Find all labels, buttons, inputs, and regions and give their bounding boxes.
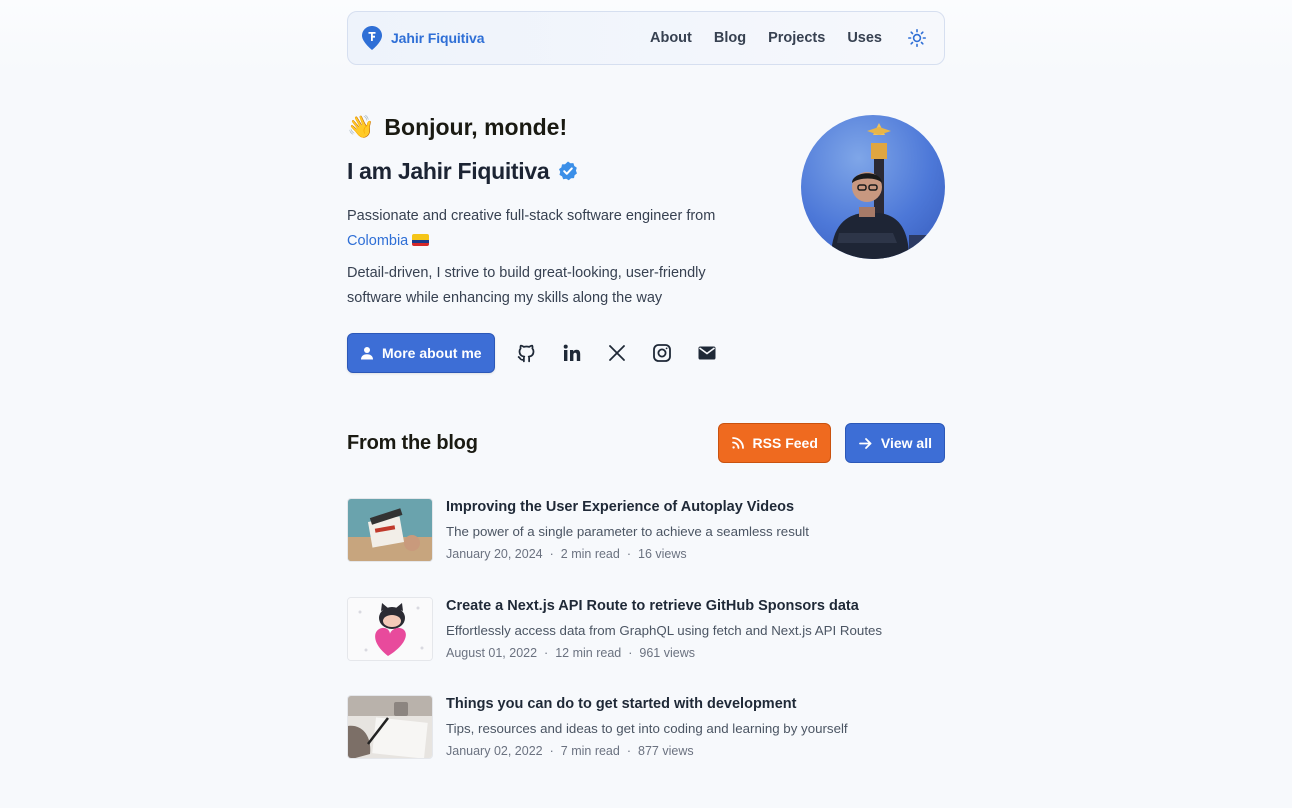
x-link[interactable] (605, 341, 629, 365)
bio-prefix: Passionate and creative full-stack softw… (347, 208, 716, 224)
post-date: January 20, 2024 (446, 547, 543, 561)
linkedin-icon (563, 344, 580, 361)
rss-feed-button[interactable]: RSS Feed (717, 423, 831, 463)
user-icon (361, 347, 373, 360)
email-icon (698, 346, 716, 360)
nav-uses[interactable]: Uses (847, 30, 882, 46)
blog-post-item[interactable]: Things you can do to get started with de… (347, 691, 945, 790)
meta-separator: · (549, 547, 554, 561)
post-date: August 01, 2022 (446, 645, 538, 660)
wave-emoji: 👋 (347, 114, 375, 139)
github-icon (517, 344, 535, 362)
writing-desk-image (348, 696, 432, 758)
social-links (515, 341, 719, 365)
x-icon (608, 345, 625, 361)
octocat-heart-image (348, 597, 432, 660)
post-views: 16 views (638, 547, 687, 561)
linkedin-link[interactable] (560, 341, 584, 365)
post-read-time: 12 min read (555, 645, 622, 660)
blog-section-title: From the blog (347, 431, 478, 454)
post-description: Tips, resources and ideas to get into co… (446, 721, 848, 736)
post-read-time: 2 min read (560, 547, 620, 561)
site-logo-link[interactable]: Jahir Fiquitiva (362, 26, 485, 50)
post-thumbnail (347, 596, 433, 661)
nav-about[interactable]: About (650, 30, 692, 46)
post-views: 961 views (639, 645, 695, 660)
post-meta: August 01, 2022 · 12 min read · 961 view… (446, 645, 882, 662)
post-thumbnail (347, 498, 433, 562)
post-date: January 02, 2022 (446, 744, 543, 758)
meta-separator: · (549, 744, 554, 758)
avatar-photo-image (801, 123, 945, 259)
view-all-button[interactable]: View all (844, 423, 945, 463)
meta-separator: · (626, 547, 632, 561)
blog-header-buttons: RSS Feed View all (717, 423, 945, 463)
rss-feed-label: RSS Feed (752, 435, 818, 451)
nav-links: About Blog Projects Uses (650, 30, 882, 46)
more-about-me-label: More about me (382, 345, 482, 361)
rss-icon (731, 437, 744, 449)
colombia-link[interactable]: Colombia (347, 233, 408, 249)
view-all-label: View all (880, 435, 932, 451)
post-title[interactable]: Things you can do to get started with de… (446, 695, 848, 713)
colombia-flag-icon (412, 234, 430, 246)
email-link[interactable] (695, 341, 719, 365)
bio-secondary-text: Detail-driven, I strive to build great-l… (347, 265, 706, 306)
post-meta: January 02, 2022 · 7 min read · 877 view… (446, 743, 848, 760)
post-title[interactable]: Create a Next.js API Route to retrieve G… (446, 597, 882, 615)
nav-blog[interactable]: Blog (714, 30, 746, 46)
post-description: The power of a single parameter to achie… (446, 524, 809, 539)
clapperboard-image (348, 499, 432, 561)
instagram-link[interactable] (650, 341, 674, 365)
greeting-heading: Bonjour, monde! (384, 113, 568, 140)
post-thumbnail (347, 695, 433, 759)
post-title[interactable]: Improving the User Experience of Autopla… (446, 498, 809, 516)
avatar (801, 115, 945, 259)
instagram-icon (652, 344, 671, 362)
meta-separator: · (626, 744, 632, 758)
post-body: Create a Next.js API Route to retrieve G… (446, 593, 882, 692)
github-link[interactable] (515, 341, 539, 365)
verified-badge-icon (559, 161, 578, 181)
sun-icon (907, 28, 927, 48)
post-views: 877 views (638, 744, 694, 758)
blog-post-item[interactable]: Create a Next.js API Route to retrieve G… (347, 593, 945, 692)
nav-projects[interactable]: Projects (768, 30, 825, 46)
site-name: Jahir Fiquitiva (391, 30, 485, 46)
hero-actions: More about me (347, 333, 945, 373)
more-about-me-button[interactable]: More about me (347, 333, 495, 373)
post-meta: January 20, 2024 · 2 min read · 16 views (446, 546, 809, 563)
meta-separator: · (628, 645, 633, 660)
arrow-right-icon (858, 437, 872, 449)
theme-toggle-button[interactable] (904, 25, 930, 51)
blog-post-item[interactable]: Improving the User Experience of Autopla… (347, 494, 945, 593)
meta-separator: · (544, 645, 549, 660)
bio-text: Passionate and creative full-stack softw… (347, 204, 747, 254)
post-body: Things you can do to get started with de… (446, 691, 848, 790)
post-description: Effortlessly access data from GraphQL us… (446, 622, 883, 638)
post-read-time: 7 min read (560, 744, 620, 758)
post-body: Improving the User Experience of Autopla… (446, 494, 809, 593)
blog-header: From the blog RSS Feed View all (347, 423, 945, 463)
top-navbar: Jahir Fiquitiva About Blog Projects Uses (347, 11, 945, 65)
blog-post-list: Improving the User Experience of Autopla… (347, 494, 945, 790)
name-heading: I am Jahir Fiquitiva (347, 157, 550, 184)
logo-icon (362, 26, 382, 50)
